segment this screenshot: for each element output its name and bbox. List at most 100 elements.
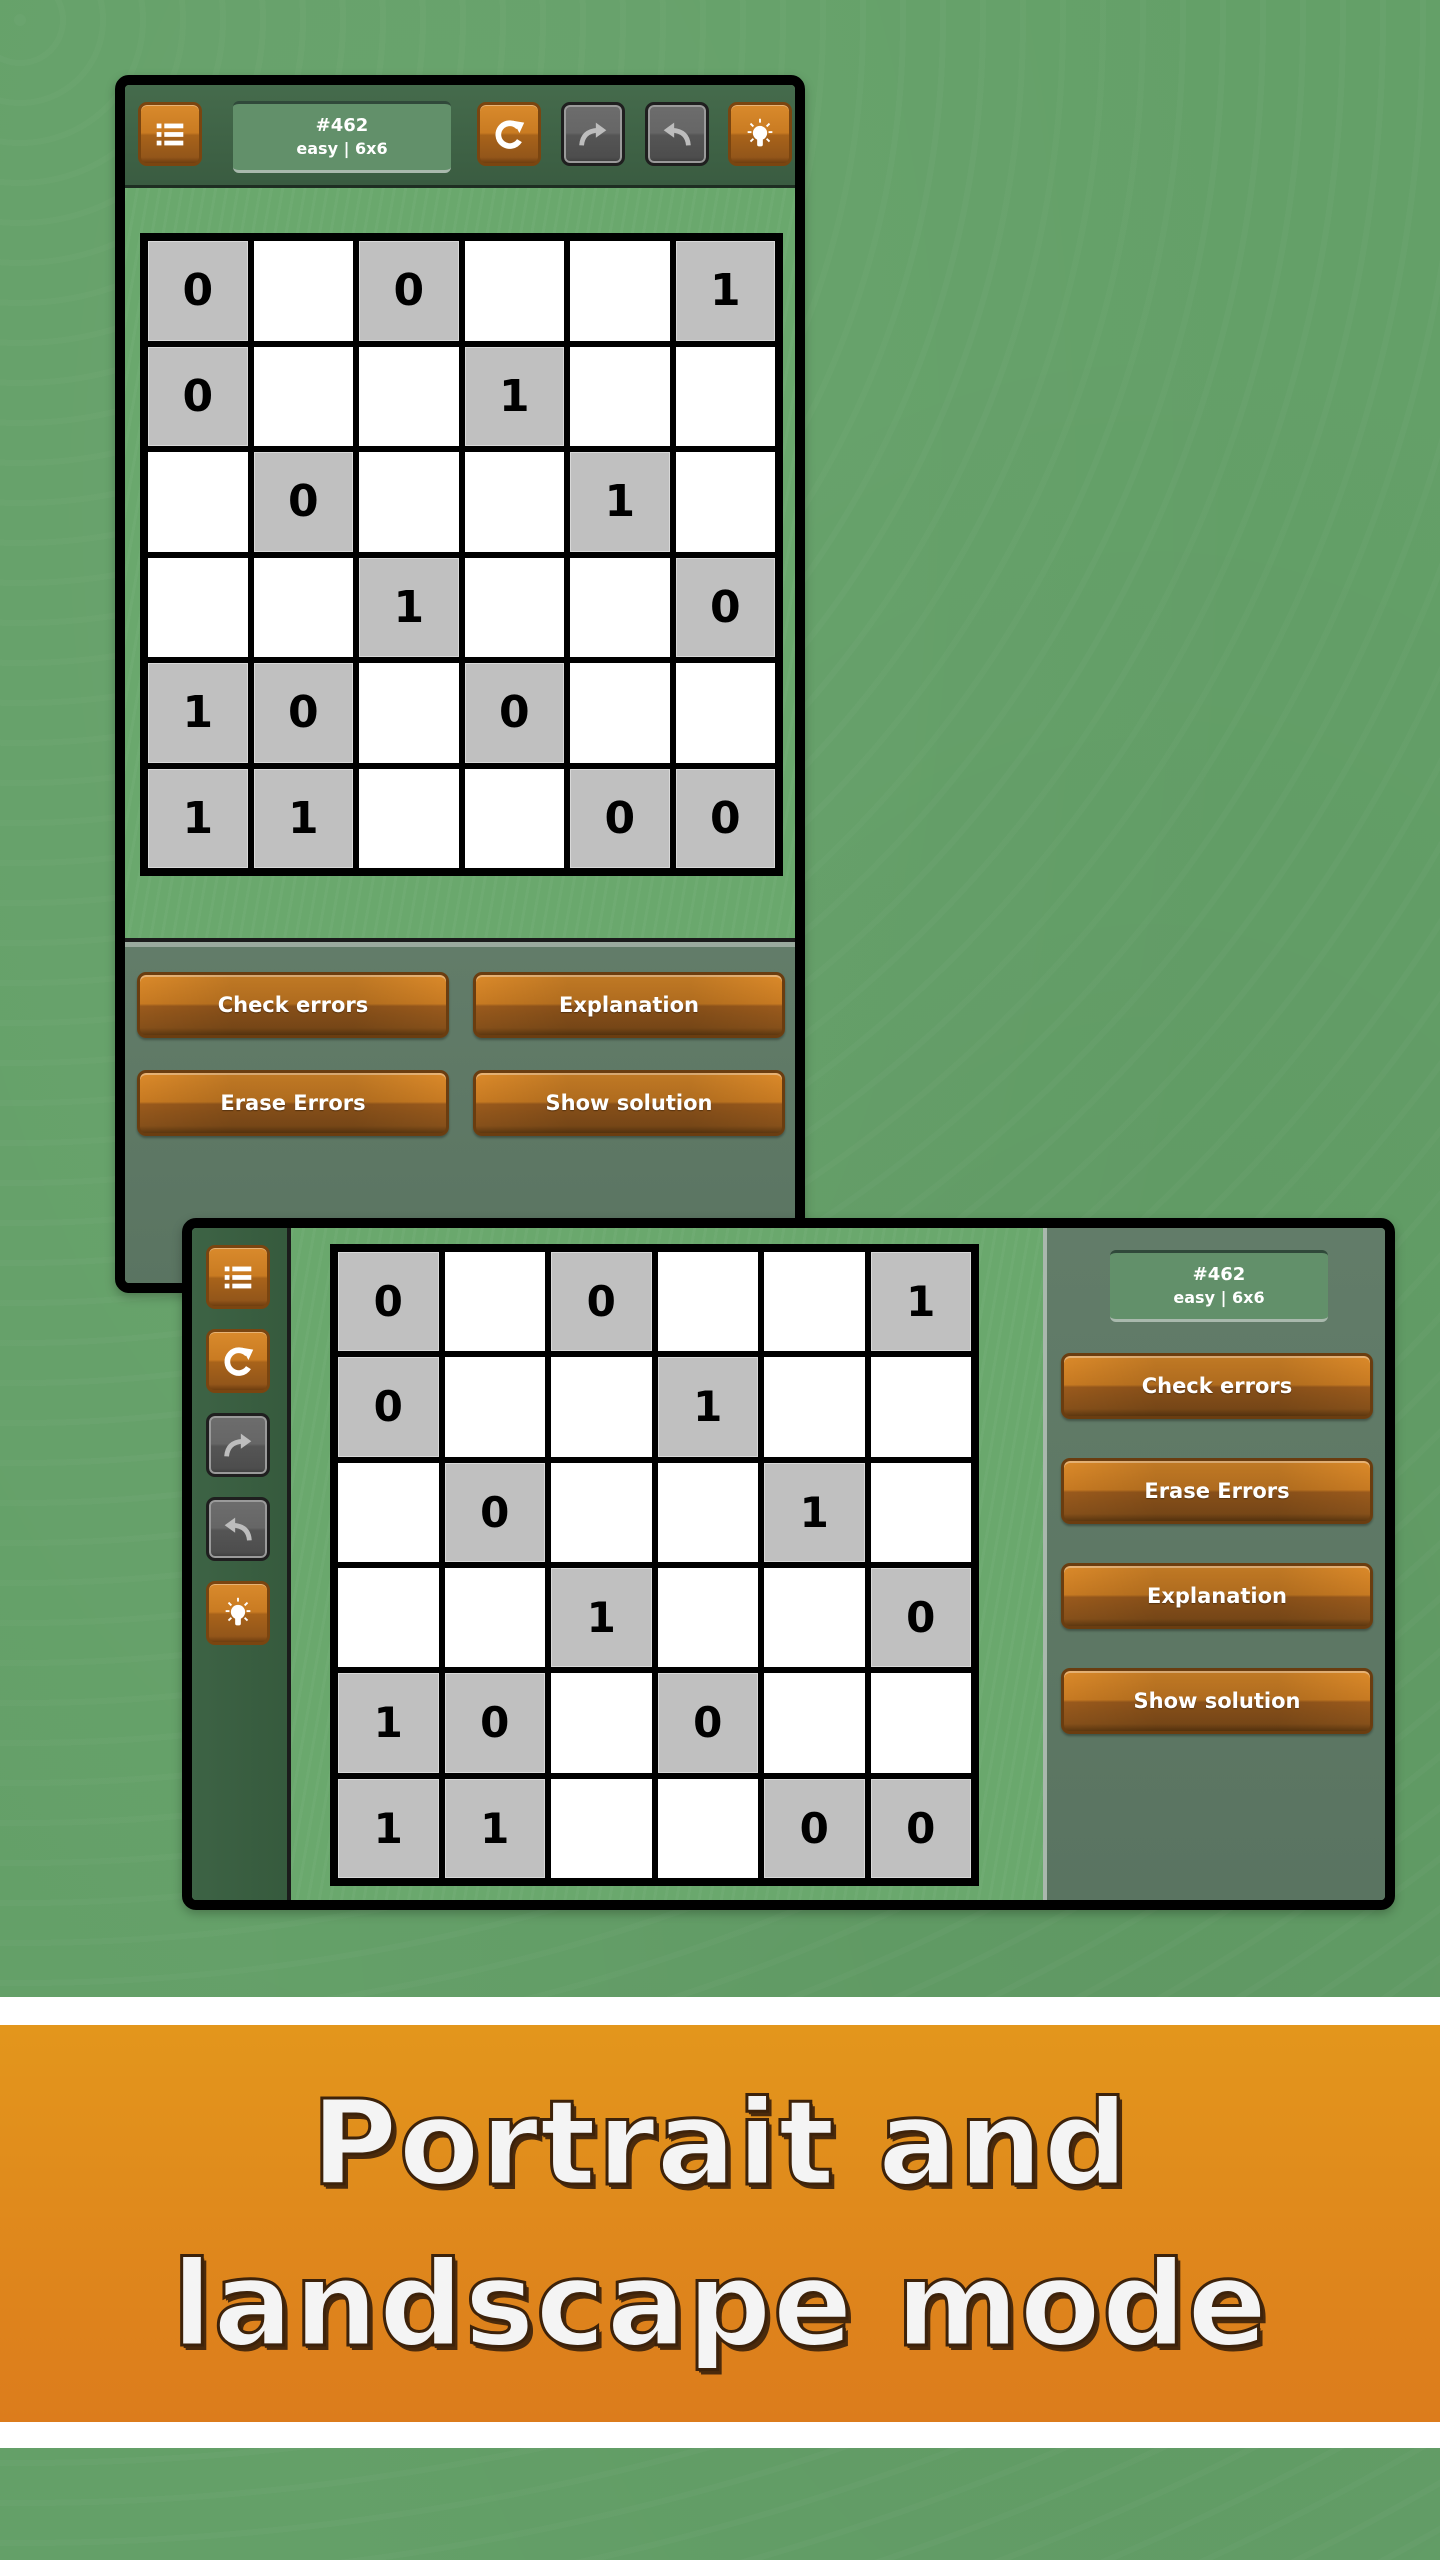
portrait-panel: #462 easy | 6x6 0 0 1 0 1 0 1 1 0 1 0 0 … xyxy=(115,75,805,1293)
given-cell: 1 xyxy=(359,557,459,657)
empty-cell[interactable] xyxy=(444,1357,545,1457)
empty-cell[interactable] xyxy=(675,663,775,763)
empty-cell[interactable] xyxy=(148,557,248,657)
given-cell: 1 xyxy=(338,1673,439,1773)
given-cell: 1 xyxy=(148,663,248,763)
empty-cell[interactable] xyxy=(464,557,564,657)
undo-button-landscape[interactable] xyxy=(206,1497,270,1561)
empty-cell[interactable] xyxy=(870,1673,971,1773)
empty-cell[interactable] xyxy=(870,1357,971,1457)
empty-cell[interactable] xyxy=(464,768,564,868)
redo-button-landscape[interactable] xyxy=(206,1413,270,1477)
hint-icon xyxy=(747,118,773,147)
empty-cell[interactable] xyxy=(870,1462,971,1562)
empty-cell[interactable] xyxy=(464,452,564,552)
show-solution-button-landscape[interactable]: Show solution xyxy=(1061,1668,1373,1734)
erase-errors-button-landscape[interactable]: Erase Errors xyxy=(1061,1458,1373,1524)
empty-cell[interactable] xyxy=(657,1252,758,1352)
hint-button-landscape[interactable] xyxy=(206,1581,270,1645)
given-cell: 0 xyxy=(148,241,248,341)
given-cell: 0 xyxy=(551,1252,652,1352)
hint-icon xyxy=(225,1597,251,1626)
given-cell: 0 xyxy=(253,663,353,763)
given-cell: 1 xyxy=(464,346,564,446)
redo-button[interactable] xyxy=(561,102,625,166)
empty-cell[interactable] xyxy=(253,346,353,446)
empty-cell[interactable] xyxy=(551,1357,652,1457)
empty-cell[interactable] xyxy=(657,1462,758,1562)
given-cell: 0 xyxy=(338,1357,439,1457)
given-cell: 1 xyxy=(764,1462,865,1562)
empty-cell[interactable] xyxy=(551,1462,652,1562)
empty-cell[interactable] xyxy=(359,663,459,763)
given-cell: 0 xyxy=(444,1673,545,1773)
puzzle-number: #462 xyxy=(1192,1264,1246,1286)
landscape-panel: 0010101101001100 #462 easy | 6x6 Check e… xyxy=(182,1218,1395,1910)
empty-cell[interactable] xyxy=(359,452,459,552)
empty-cell[interactable] xyxy=(359,346,459,446)
empty-cell[interactable] xyxy=(444,1568,545,1668)
banner-bottom-stripe xyxy=(0,2422,1440,2448)
menu-button[interactable] xyxy=(138,102,202,166)
empty-cell[interactable] xyxy=(657,1568,758,1668)
landscape-play-area: 0010101101001100 xyxy=(291,1228,1043,1900)
portrait-board: 0010101101001100 xyxy=(140,233,783,876)
restart-button-landscape[interactable] xyxy=(206,1329,270,1393)
empty-cell[interactable] xyxy=(764,1357,865,1457)
explanation-button[interactable]: Explanation xyxy=(473,972,785,1038)
empty-cell[interactable] xyxy=(764,1568,865,1668)
puzzle-info: #462 easy | 6x6 xyxy=(233,101,451,173)
check-errors-button-landscape[interactable]: Check errors xyxy=(1061,1353,1373,1419)
empty-cell[interactable] xyxy=(675,452,775,552)
empty-cell[interactable] xyxy=(764,1252,865,1352)
empty-cell[interactable] xyxy=(253,557,353,657)
empty-cell[interactable] xyxy=(338,1462,439,1562)
hint-button[interactable] xyxy=(728,102,792,166)
menu-button-landscape[interactable] xyxy=(206,1245,270,1309)
puzzle-info-landscape: #462 easy | 6x6 xyxy=(1110,1250,1328,1322)
banner-title-line-1: Portrait and xyxy=(309,2074,1129,2213)
empty-cell[interactable] xyxy=(464,241,564,341)
given-cell: 0 xyxy=(764,1778,865,1878)
given-cell: 0 xyxy=(870,1568,971,1668)
empty-cell[interactable] xyxy=(675,346,775,446)
restart-icon xyxy=(495,120,525,149)
puzzle-number: #462 xyxy=(315,115,369,137)
given-cell: 0 xyxy=(444,1462,545,1562)
show-solution-button[interactable]: Show solution xyxy=(473,1070,785,1136)
banner-top-stripe xyxy=(0,1997,1440,2025)
empty-cell[interactable] xyxy=(764,1673,865,1773)
explanation-button-landscape[interactable]: Explanation xyxy=(1061,1563,1373,1629)
empty-cell[interactable] xyxy=(551,1673,652,1773)
empty-cell[interactable] xyxy=(570,346,670,446)
restart-icon xyxy=(224,1347,254,1376)
empty-cell[interactable] xyxy=(253,241,353,341)
restart-button[interactable] xyxy=(477,102,541,166)
given-cell: 0 xyxy=(359,241,459,341)
landscape-sidebar xyxy=(192,1228,287,1900)
given-cell: 1 xyxy=(253,768,353,868)
list-icon xyxy=(224,1266,252,1289)
given-cell: 0 xyxy=(338,1252,439,1352)
empty-cell[interactable] xyxy=(657,1778,758,1878)
feature-banner: Portrait and landscape mode xyxy=(0,2025,1440,2422)
puzzle-meta: easy | 6x6 xyxy=(296,139,388,159)
erase-errors-button[interactable]: Erase Errors xyxy=(137,1070,449,1136)
undo-button[interactable] xyxy=(645,102,709,166)
empty-cell[interactable] xyxy=(338,1568,439,1668)
empty-cell[interactable] xyxy=(148,452,248,552)
empty-cell[interactable] xyxy=(570,241,670,341)
given-cell: 0 xyxy=(657,1673,758,1773)
given-cell: 1 xyxy=(675,241,775,341)
given-cell: 1 xyxy=(870,1252,971,1352)
check-errors-button[interactable]: Check errors xyxy=(137,972,449,1038)
empty-cell[interactable] xyxy=(359,768,459,868)
empty-cell[interactable] xyxy=(444,1252,545,1352)
empty-cell[interactable] xyxy=(570,557,670,657)
portrait-header: #462 easy | 6x6 xyxy=(125,85,795,185)
banner-title-line-2: landscape mode xyxy=(170,2234,1269,2373)
empty-cell[interactable] xyxy=(570,663,670,763)
empty-cell[interactable] xyxy=(551,1778,652,1878)
given-cell: 0 xyxy=(570,768,670,868)
redo-icon xyxy=(224,1433,252,1457)
